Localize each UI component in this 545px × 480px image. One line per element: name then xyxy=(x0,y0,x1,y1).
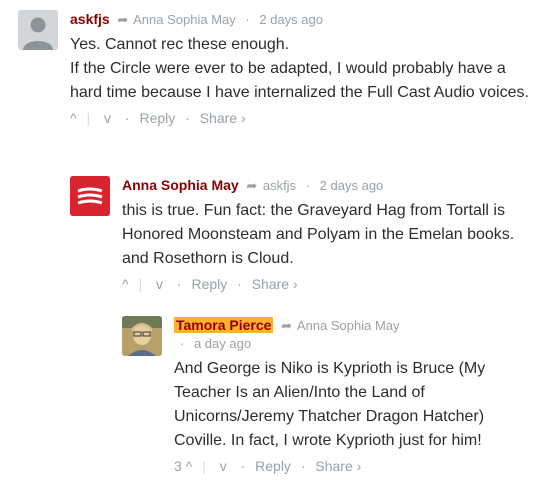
vote-divider: | xyxy=(138,276,143,292)
upvote-icon[interactable]: ^ xyxy=(122,276,129,292)
action-separator: · xyxy=(237,276,242,292)
meta-separator: · xyxy=(305,178,311,193)
reply-button[interactable]: Reply xyxy=(139,110,175,126)
comment-paragraph: Yes. Cannot rec these enough. xyxy=(70,36,290,53)
comment-paragraph: If the Circle were ever to be adapted, I… xyxy=(70,60,529,101)
vote-count: 3 xyxy=(174,458,182,474)
user-photo-icon xyxy=(122,316,162,356)
reply-arrow-icon: ➦ xyxy=(246,178,258,193)
comment-text: this is true. Fun fact: the Graveyard Ha… xyxy=(122,199,537,271)
action-separator: · xyxy=(185,110,190,126)
comment-meta: askfjs ➦ Anna Sophia May · 2 days ago xyxy=(70,10,540,29)
downvote-icon[interactable]: v xyxy=(104,110,111,126)
reply-arrow-icon: ➦ xyxy=(281,318,292,333)
upvote-icon[interactable]: ^ xyxy=(70,110,77,126)
share-button[interactable]: Share › xyxy=(200,110,246,126)
comment-meta: Tamora Pierce ➦ Anna Sophia May · a day … xyxy=(174,316,539,353)
comment-time[interactable]: 2 days ago xyxy=(259,12,323,27)
comment-paragraph: And George is Niko is Kyprioth is Bruce … xyxy=(174,360,486,449)
reply-to-name[interactable]: askfjs xyxy=(263,178,296,193)
reply-button[interactable]: Reply xyxy=(255,458,291,474)
meta-separator: · xyxy=(180,336,185,351)
upvote-icon[interactable]: ^ xyxy=(186,458,193,474)
author-name[interactable]: Tamora Pierce xyxy=(174,317,274,333)
action-separator: · xyxy=(240,458,246,474)
comment-time[interactable]: 2 days ago xyxy=(320,178,384,193)
comment-meta: Anna Sophia May ➦ askfjs · 2 days ago xyxy=(122,176,537,195)
reply-button[interactable]: Reply xyxy=(191,276,227,292)
meta-separator: · xyxy=(245,12,250,27)
flag-avatar-icon xyxy=(70,176,110,216)
reply-to-name[interactable]: Anna Sophia May xyxy=(133,12,236,27)
vote-divider: | xyxy=(86,110,91,126)
comment-actions: ^ | v · Reply · Share › xyxy=(122,275,537,293)
avatar-tamora-pierce[interactable] xyxy=(122,316,162,356)
comment-paragraph: this is true. Fun fact: the Graveyard Ha… xyxy=(122,202,515,267)
avatar-anna-sophia-may[interactable] xyxy=(70,176,110,216)
reply-arrow-icon: ➦ xyxy=(117,12,129,27)
action-separator: · xyxy=(176,276,182,292)
comment-actions: 3 ^ | v · Reply · Share › xyxy=(174,457,539,475)
default-avatar-icon xyxy=(18,10,58,50)
comment-time[interactable]: a day ago xyxy=(194,336,251,351)
avatar-askfjs[interactable] xyxy=(18,10,58,50)
comment-actions: ^ | v · Reply · Share › xyxy=(70,109,540,127)
comment-text: Yes. Cannot rec these enough. If the Cir… xyxy=(70,33,540,105)
comment-text: And George is Niko is Kyprioth is Bruce … xyxy=(174,357,539,453)
share-button[interactable]: Share › xyxy=(252,276,298,292)
downvote-icon[interactable]: v xyxy=(156,276,163,292)
action-separator: · xyxy=(124,110,130,126)
author-name[interactable]: Anna Sophia May xyxy=(122,177,239,193)
vote-divider: | xyxy=(202,458,206,474)
share-button[interactable]: Share › xyxy=(315,458,361,474)
downvote-icon[interactable]: v xyxy=(220,458,227,474)
action-separator: · xyxy=(300,458,306,474)
author-name[interactable]: askfjs xyxy=(70,11,110,27)
reply-to-name[interactable]: Anna Sophia May xyxy=(297,318,400,333)
